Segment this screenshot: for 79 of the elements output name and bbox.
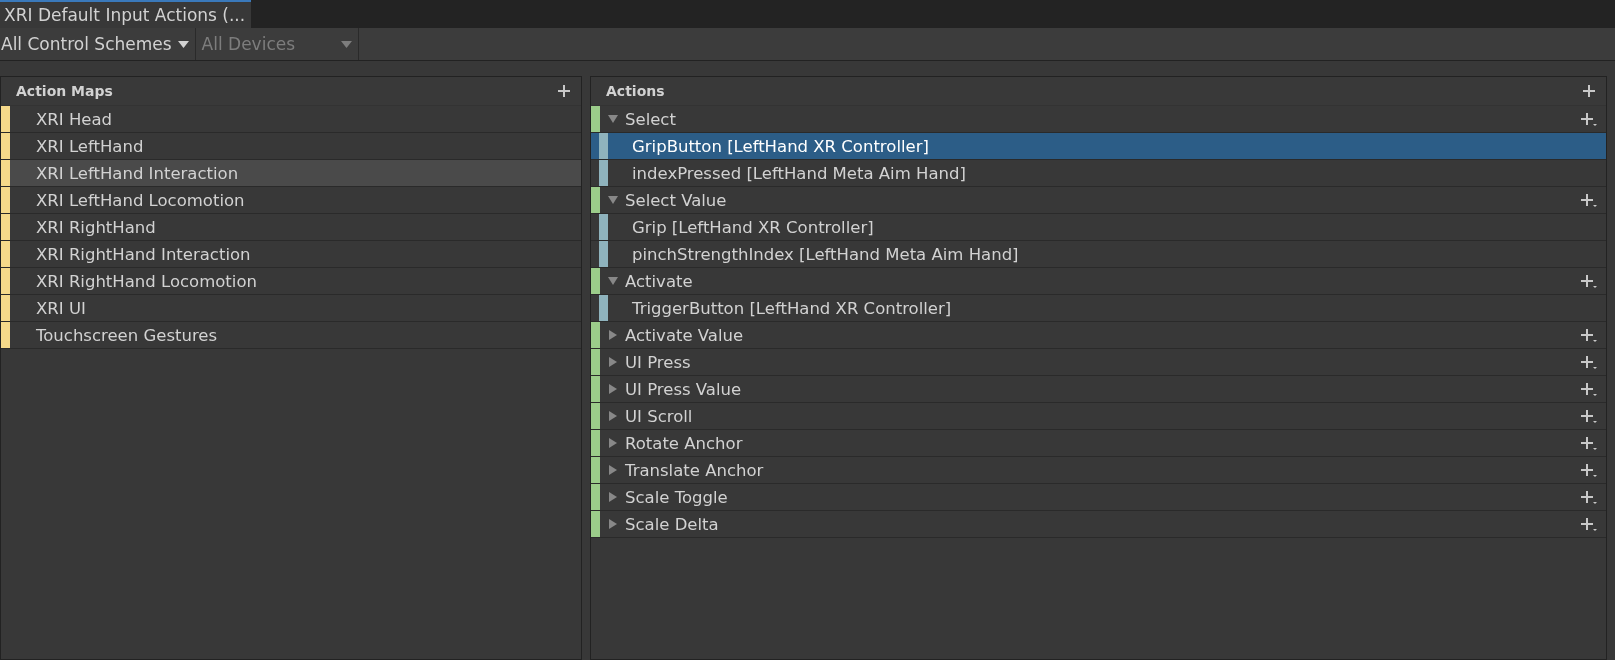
control-scheme-dropdown[interactable]: All Control Schemes xyxy=(0,28,196,60)
color-strip xyxy=(1,214,10,240)
add-dropdown-icon[interactable] xyxy=(1580,354,1598,370)
color-strip xyxy=(1,133,10,159)
action-item[interactable]: Scale Delta xyxy=(591,511,1606,538)
document-tab[interactable]: XRI Default Input Actions (... xyxy=(0,0,252,28)
action-item[interactable]: Activate Value xyxy=(591,322,1606,349)
color-strip xyxy=(1,295,10,321)
binding-item[interactable]: TriggerButton [LeftHand XR Controller] xyxy=(591,295,1606,322)
collapsed-triangle-icon[interactable] xyxy=(608,411,618,421)
color-strip xyxy=(591,187,600,213)
color-strip xyxy=(591,403,600,429)
color-strip xyxy=(591,349,600,375)
collapsed-triangle-icon[interactable] xyxy=(608,384,618,394)
action-map-item[interactable]: XRI RightHand Locomotion xyxy=(1,268,581,295)
add-dropdown-icon[interactable] xyxy=(1580,192,1598,208)
color-strip xyxy=(1,268,10,294)
caret-icon xyxy=(177,40,189,48)
add-dropdown-icon[interactable] xyxy=(1580,327,1598,343)
expanded-triangle-icon[interactable] xyxy=(608,195,618,205)
caret-icon xyxy=(340,40,352,48)
action-map-item[interactable]: XRI LeftHand Locomotion xyxy=(1,187,581,214)
action-map-item[interactable]: Touchscreen Gestures xyxy=(1,322,581,349)
add-dropdown-icon[interactable] xyxy=(1580,489,1598,505)
color-strip xyxy=(591,484,600,510)
add-dropdown-icon[interactable] xyxy=(1580,408,1598,424)
color-strip xyxy=(599,133,608,159)
add-dropdown-icon[interactable] xyxy=(1580,111,1598,127)
color-strip xyxy=(591,268,600,294)
color-strip xyxy=(599,160,608,186)
color-strip xyxy=(1,160,10,186)
collapsed-triangle-icon[interactable] xyxy=(608,465,618,475)
action-item[interactable]: UI Press Value xyxy=(591,376,1606,403)
binding-item[interactable]: Grip [LeftHand XR Controller] xyxy=(591,214,1606,241)
collapsed-triangle-icon[interactable] xyxy=(608,330,618,340)
add-dropdown-icon[interactable] xyxy=(1580,516,1598,532)
expanded-triangle-icon[interactable] xyxy=(608,276,618,286)
panel-title: Actions xyxy=(606,83,665,99)
color-strip xyxy=(599,295,608,321)
action-item[interactable]: Select Value xyxy=(591,187,1606,214)
action-item[interactable]: Translate Anchor xyxy=(591,457,1606,484)
color-strip xyxy=(591,511,600,537)
add-dropdown-icon[interactable] xyxy=(1580,273,1598,289)
add-icon[interactable] xyxy=(557,83,571,99)
action-item[interactable]: Activate xyxy=(591,268,1606,295)
action-item[interactable]: Rotate Anchor xyxy=(591,430,1606,457)
collapsed-triangle-icon[interactable] xyxy=(608,519,618,529)
binding-item[interactable]: pinchStrengthIndex [LeftHand Meta Aim Hand] xyxy=(591,241,1606,268)
binding-item[interactable]: GripButton [LeftHand XR Controller] xyxy=(591,133,1606,160)
add-dropdown-icon[interactable] xyxy=(1580,435,1598,451)
collapsed-triangle-icon[interactable] xyxy=(608,357,618,367)
action-map-item[interactable]: XRI RightHand Interaction xyxy=(1,241,581,268)
action-item[interactable]: Scale Toggle xyxy=(591,484,1606,511)
action-map-item[interactable]: XRI Head xyxy=(1,106,581,133)
color-strip xyxy=(1,106,10,132)
color-strip xyxy=(1,322,10,348)
color-strip xyxy=(591,106,600,132)
add-dropdown-icon[interactable] xyxy=(1580,381,1598,397)
action-item[interactable]: UI Press xyxy=(591,349,1606,376)
action-map-item[interactable]: XRI LeftHand xyxy=(1,133,581,160)
collapsed-triangle-icon[interactable] xyxy=(608,492,618,502)
collapsed-triangle-icon[interactable] xyxy=(608,438,618,448)
color-strip xyxy=(591,430,600,456)
color-strip xyxy=(591,457,600,483)
color-strip xyxy=(591,322,600,348)
expanded-triangle-icon[interactable] xyxy=(608,114,618,124)
action-map-item[interactable]: XRI RightHand xyxy=(1,214,581,241)
color-strip xyxy=(1,187,10,213)
action-map-item[interactable]: XRI LeftHand Interaction xyxy=(1,160,581,187)
color-strip xyxy=(1,241,10,267)
color-strip xyxy=(599,241,608,267)
add-icon[interactable] xyxy=(1582,83,1596,99)
binding-item[interactable]: indexPressed [LeftHand Meta Aim Hand] xyxy=(591,160,1606,187)
action-map-item[interactable]: XRI UI xyxy=(1,295,581,322)
panel-title: Action Maps xyxy=(16,83,113,99)
action-item[interactable]: UI Scroll xyxy=(591,403,1606,430)
add-dropdown-icon[interactable] xyxy=(1580,462,1598,478)
color-strip xyxy=(599,214,608,240)
color-strip xyxy=(591,376,600,402)
